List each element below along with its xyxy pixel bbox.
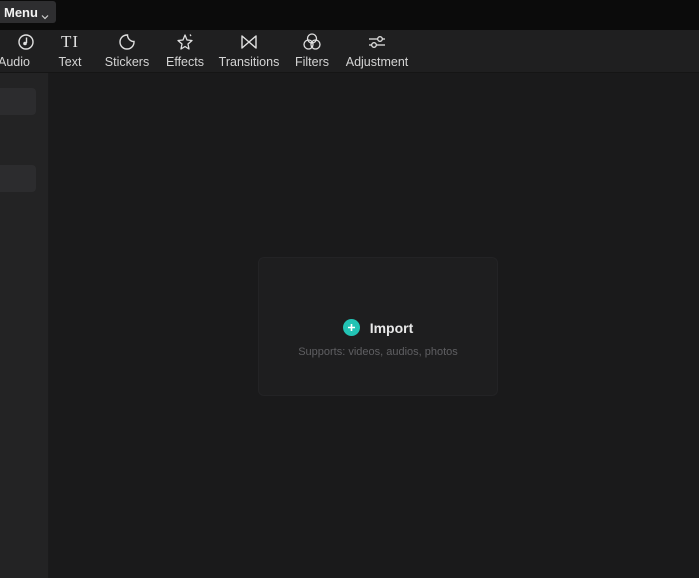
transitions-icon — [239, 32, 259, 52]
tool-text[interactable]: TI Text — [54, 32, 86, 72]
chevron-down-icon — [41, 8, 49, 20]
sidebar-item-secondary[interactable] — [0, 165, 36, 192]
media-toolbar: Audio TI Text Stickers Effects Transitio… — [0, 30, 699, 73]
title-bar: Menu — [0, 0, 699, 30]
left-sidebar — [0, 73, 48, 578]
tool-effects[interactable]: Effects — [164, 32, 206, 72]
tool-audio[interactable]: Audio — [0, 32, 37, 72]
effects-icon — [175, 32, 195, 52]
menu-button[interactable]: Menu — [0, 1, 56, 23]
adjustment-icon — [367, 32, 387, 52]
tool-transitions[interactable]: Transitions — [216, 32, 282, 72]
tool-stickers-label: Stickers — [104, 55, 150, 69]
text-icon-glyph: TI — [60, 32, 80, 51]
plus-icon — [342, 319, 360, 336]
tool-filters[interactable]: Filters — [293, 32, 331, 72]
import-label: Import — [369, 319, 414, 336]
import-button[interactable]: Import — [259, 319, 497, 336]
stickers-icon — [117, 32, 137, 52]
import-dropzone[interactable]: Import Supports: videos, audios, photos — [258, 257, 498, 396]
filters-icon — [302, 32, 322, 52]
tool-audio-label: Audio — [0, 55, 30, 69]
import-supported-formats: Supports: videos, audios, photos — [298, 346, 458, 358]
tool-adjustment-label: Adjustment — [345, 55, 409, 69]
text-icon: TI — [60, 32, 80, 52]
tool-text-label: Text — [58, 55, 82, 69]
tool-filters-label: Filters — [294, 55, 330, 69]
tool-effects-label: Effects — [166, 55, 204, 69]
tool-transitions-label: Transitions — [218, 55, 280, 69]
tool-stickers[interactable]: Stickers — [101, 32, 153, 72]
tool-adjustment[interactable]: Adjustment — [343, 32, 411, 72]
sidebar-item-primary[interactable] — [0, 88, 36, 115]
menu-label: Menu — [4, 4, 38, 20]
audio-icon — [16, 32, 36, 52]
